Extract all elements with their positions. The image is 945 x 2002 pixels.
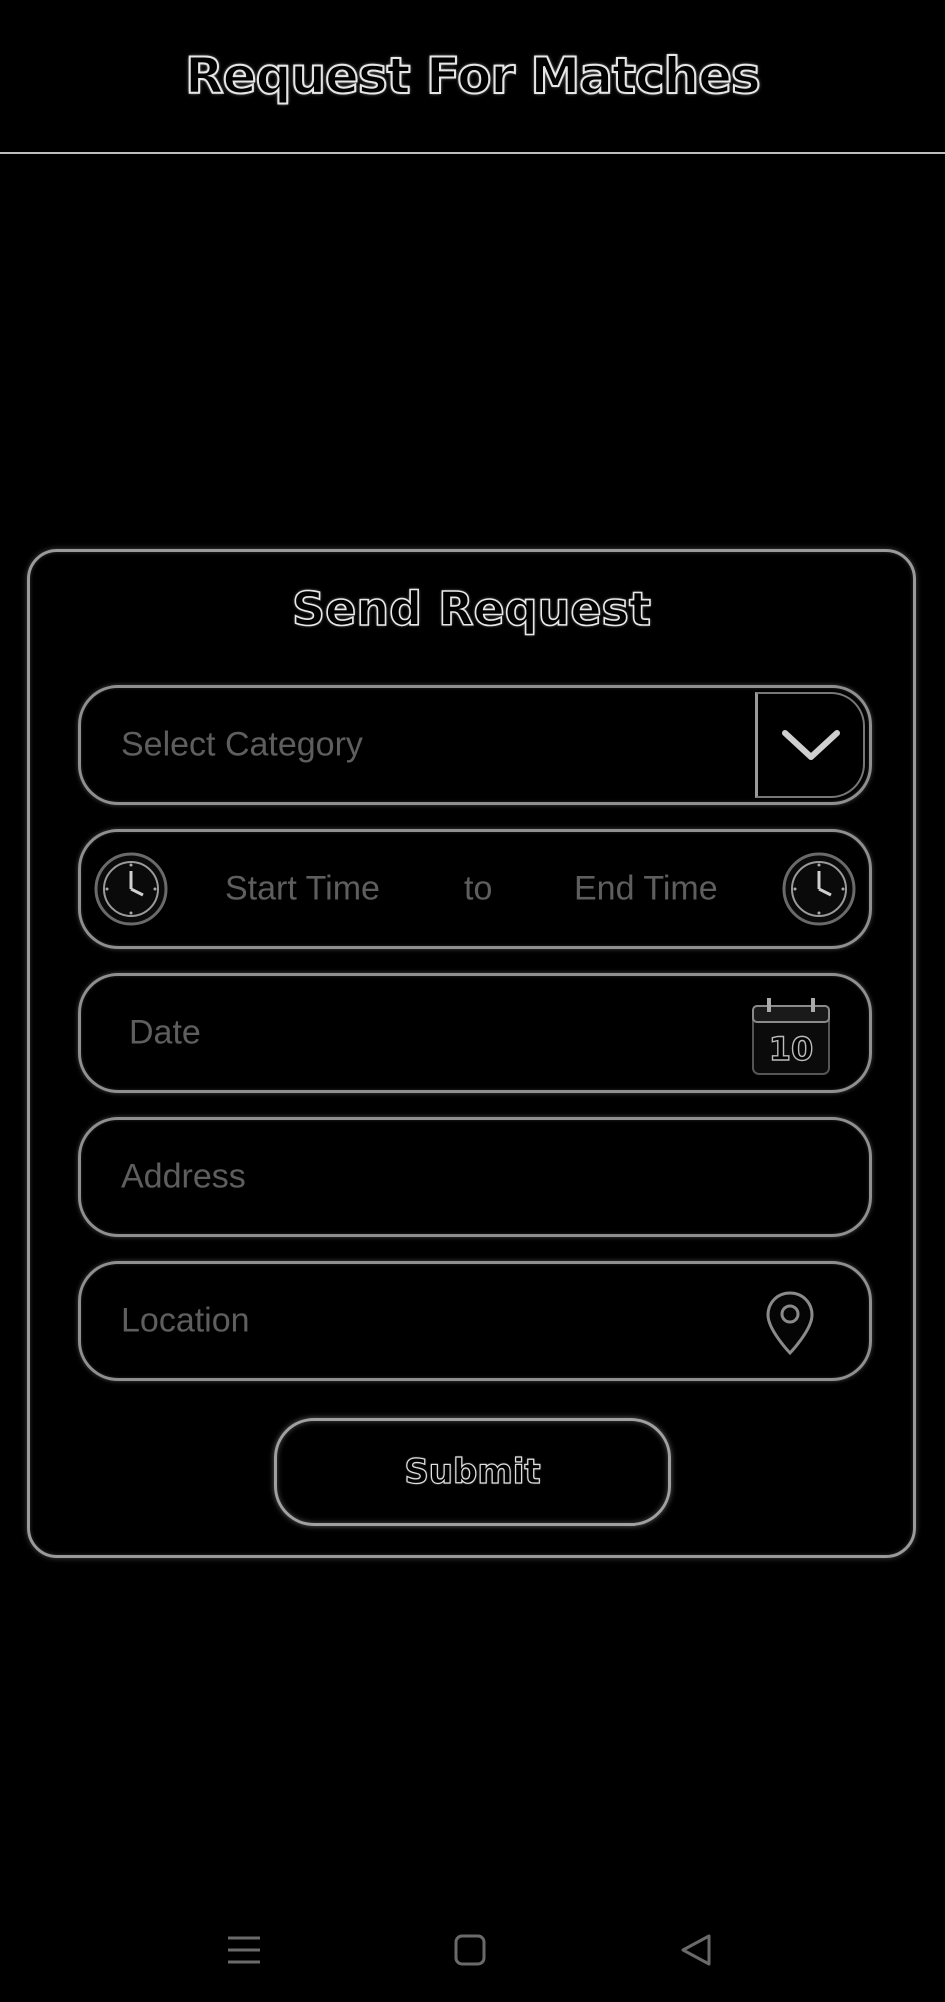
dropdown-button[interactable]: [755, 692, 865, 798]
app-header: Request For Matches: [0, 0, 945, 154]
home-square-icon: [454, 1934, 486, 1966]
start-time-input[interactable]: Start Time: [225, 870, 380, 909]
nav-menu-button[interactable]: [214, 1920, 274, 1980]
time-separator: to: [464, 869, 493, 908]
category-placeholder: Select Category: [121, 725, 363, 764]
chevron-down-icon: [781, 730, 840, 760]
submit-label: Submit: [404, 1451, 542, 1492]
date-field[interactable]: Date 10: [78, 973, 872, 1093]
time-range-field: Start Time to End Time: [78, 829, 872, 949]
clock-icon[interactable]: [93, 851, 169, 927]
location-placeholder: Location: [121, 1301, 250, 1340]
send-request-card: Send Request Select Category Start Time …: [27, 549, 916, 1558]
system-nav-bar: [0, 1900, 945, 2002]
clock-icon[interactable]: [781, 851, 857, 927]
date-placeholder: Date: [129, 1013, 201, 1052]
address-field[interactable]: Address: [78, 1117, 872, 1237]
end-time-input[interactable]: End Time: [574, 870, 718, 909]
card-title: Send Request: [291, 581, 651, 637]
location-field[interactable]: Location: [78, 1261, 872, 1381]
nav-back-button[interactable]: [666, 1920, 726, 1980]
submit-button[interactable]: Submit: [274, 1418, 671, 1526]
calendar-day: 10: [769, 1030, 814, 1068]
address-placeholder: Address: [121, 1157, 246, 1196]
category-select[interactable]: Select Category: [78, 685, 872, 805]
menu-icon: [228, 1936, 260, 1964]
map-pin-icon[interactable]: [765, 1290, 815, 1356]
request-for-matches-screen: Request For Matches Send Request Select …: [0, 0, 945, 2002]
calendar-icon[interactable]: 10: [751, 996, 831, 1076]
nav-home-button[interactable]: [440, 1920, 500, 1980]
back-triangle-icon: [681, 1934, 711, 1966]
page-title: Request For Matches: [184, 46, 762, 106]
